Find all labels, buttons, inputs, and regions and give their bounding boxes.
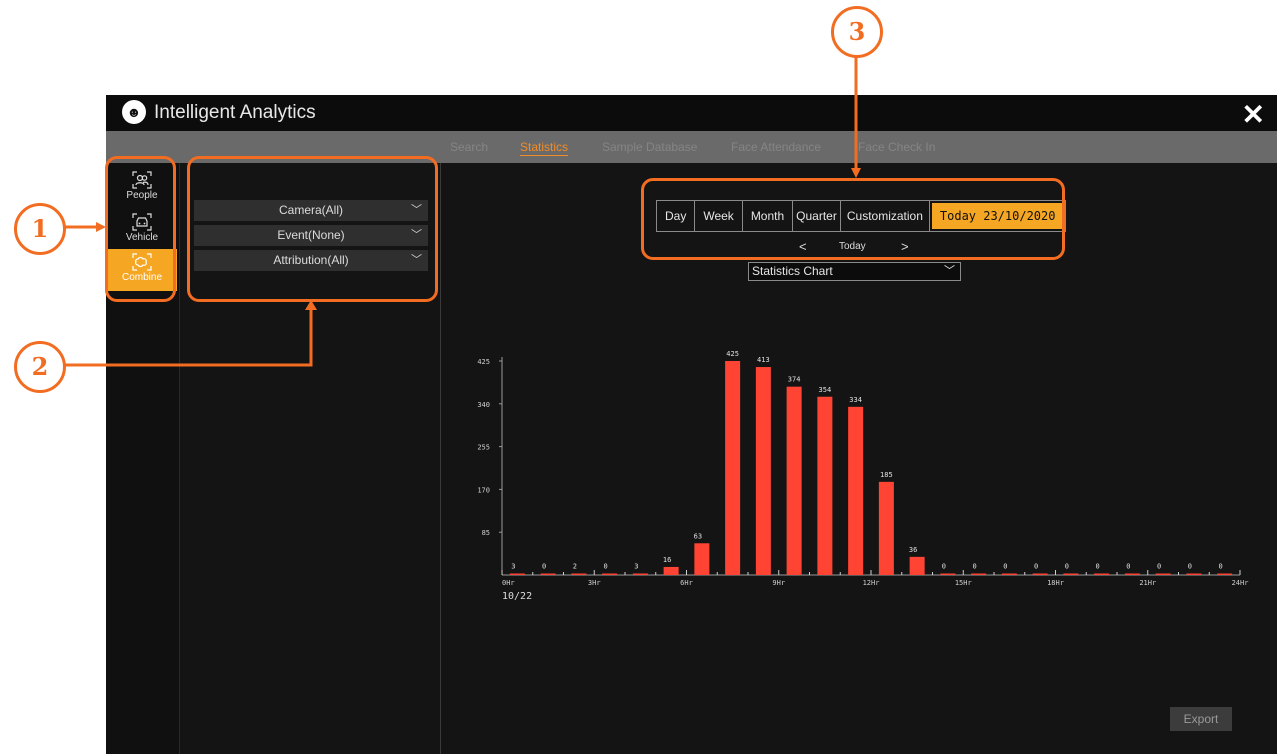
callout-connectors	[65, 55, 861, 367]
callout-number-1: 1	[14, 203, 66, 255]
callout-number-2: 2	[14, 341, 66, 393]
callout-number-3: 3	[831, 6, 883, 58]
